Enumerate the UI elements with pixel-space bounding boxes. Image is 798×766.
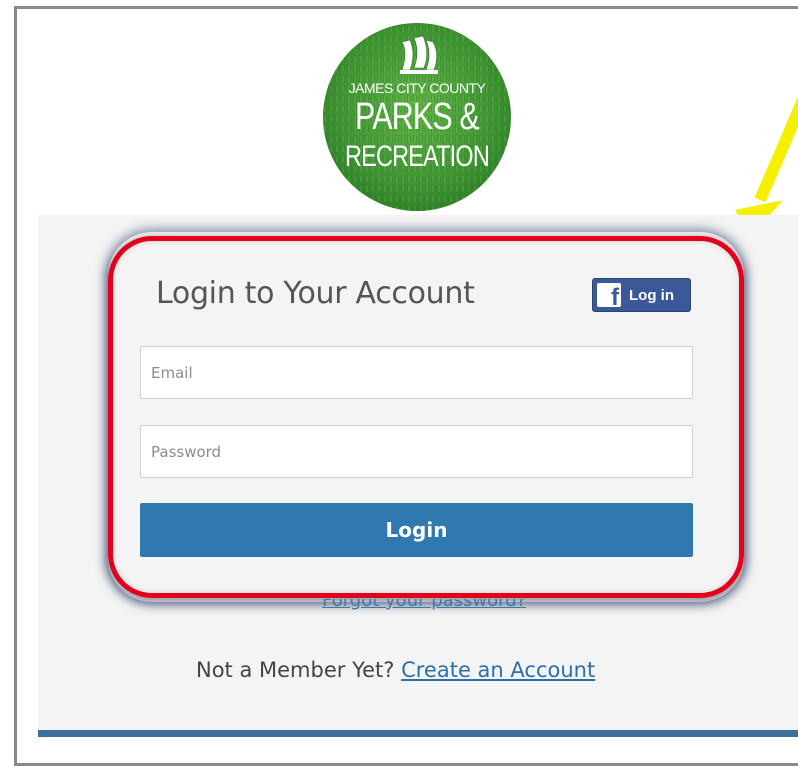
facebook-login-label: Log in bbox=[629, 286, 674, 304]
facebook-login-button[interactable]: f Log in bbox=[592, 278, 691, 312]
logo-line-2: PARKS & bbox=[355, 96, 480, 138]
logo-line-3: RECREATION bbox=[345, 140, 490, 173]
facebook-icon: f bbox=[597, 283, 621, 310]
email-field[interactable] bbox=[140, 346, 693, 399]
signup-prompt-text: Not a Member Yet? bbox=[196, 658, 395, 682]
login-button[interactable]: Login bbox=[140, 503, 693, 557]
parks-recreation-logo: JAMES CITY COUNTY PARKS & RECREATION bbox=[322, 22, 512, 212]
signup-prompt: Not a Member Yet? Create an Account bbox=[196, 658, 595, 682]
login-title: Login to Your Account bbox=[156, 276, 475, 311]
footer-bar bbox=[38, 730, 798, 737]
password-field[interactable] bbox=[140, 425, 693, 478]
create-account-link[interactable]: Create an Account bbox=[401, 658, 595, 682]
logo-line-1: JAMES CITY COUNTY bbox=[348, 80, 486, 96]
